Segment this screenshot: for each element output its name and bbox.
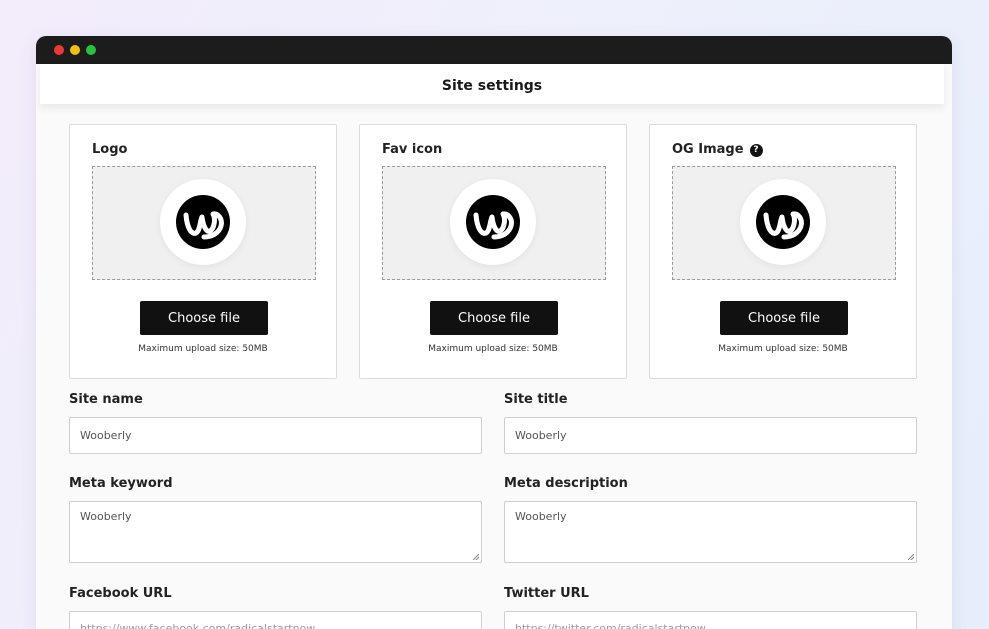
window-titlebar [36, 36, 952, 64]
meta-keyword-label: Meta keyword [69, 476, 173, 491]
site-name-label: Site name [69, 392, 143, 407]
site-title-label: Site title [504, 392, 568, 407]
facebook-url-input[interactable]: https://www.facebook.com/radicalstartnow [69, 611, 482, 629]
logo-label: Logo [92, 142, 128, 157]
favicon-upload-hint: Maximum upload size: 50MB [428, 344, 558, 354]
og-image-upload-card: OG Image? Choose file Maximum upload siz… [649, 124, 917, 379]
logo-dropzone[interactable] [92, 166, 316, 280]
twitter-url-input[interactable]: https://twitter.com/radicalstartnow [504, 611, 917, 629]
wooberly-logo-icon [466, 195, 520, 249]
og-image-preview [740, 179, 826, 265]
favicon-upload-card: Fav icon Choose file Maximum upload size… [359, 124, 627, 379]
favicon-label: Fav icon [382, 142, 443, 157]
twitter-url-label: Twitter URL [504, 586, 589, 601]
close-window-dot[interactable] [54, 45, 64, 55]
meta-description-textarea[interactable]: Wooberly [504, 501, 917, 563]
logo-upload-card: Logo Choose file Maximum upload size: 50… [69, 124, 337, 379]
wooberly-logo-icon [756, 195, 810, 249]
meta-description-label: Meta description [504, 476, 628, 491]
browser-window: Site settings Logo Choose file Maximum u… [36, 36, 952, 629]
meta-description-value: Wooberly [515, 510, 567, 523]
og-image-upload-hint: Maximum upload size: 50MB [718, 344, 848, 354]
logo-choose-file-button[interactable]: Choose file [140, 301, 268, 335]
site-title-input[interactable]: Wooberly [504, 417, 917, 454]
favicon-dropzone[interactable] [382, 166, 606, 280]
site-name-input[interactable]: Wooberly [69, 417, 482, 454]
facebook-url-label: Facebook URL [69, 586, 172, 601]
maximize-window-dot[interactable] [86, 45, 96, 55]
page-title: Site settings [40, 64, 944, 104]
minimize-window-dot[interactable] [70, 45, 80, 55]
og-image-label-row: OG Image? [672, 142, 763, 157]
resize-handle-icon[interactable] [908, 554, 914, 560]
resize-handle-icon[interactable] [473, 554, 479, 560]
meta-keyword-value: Wooberly [80, 510, 132, 523]
og-image-choose-file-button[interactable]: Choose file [720, 301, 848, 335]
og-image-label: OG Image [672, 142, 744, 157]
favicon-choose-file-button[interactable]: Choose file [430, 301, 558, 335]
logo-preview [160, 179, 246, 265]
wooberly-logo-icon [176, 195, 230, 249]
og-image-dropzone[interactable] [672, 166, 896, 280]
help-icon[interactable]: ? [749, 144, 763, 157]
favicon-preview [450, 179, 536, 265]
meta-keyword-textarea[interactable]: Wooberly [69, 501, 482, 563]
logo-upload-hint: Maximum upload size: 50MB [138, 344, 268, 354]
